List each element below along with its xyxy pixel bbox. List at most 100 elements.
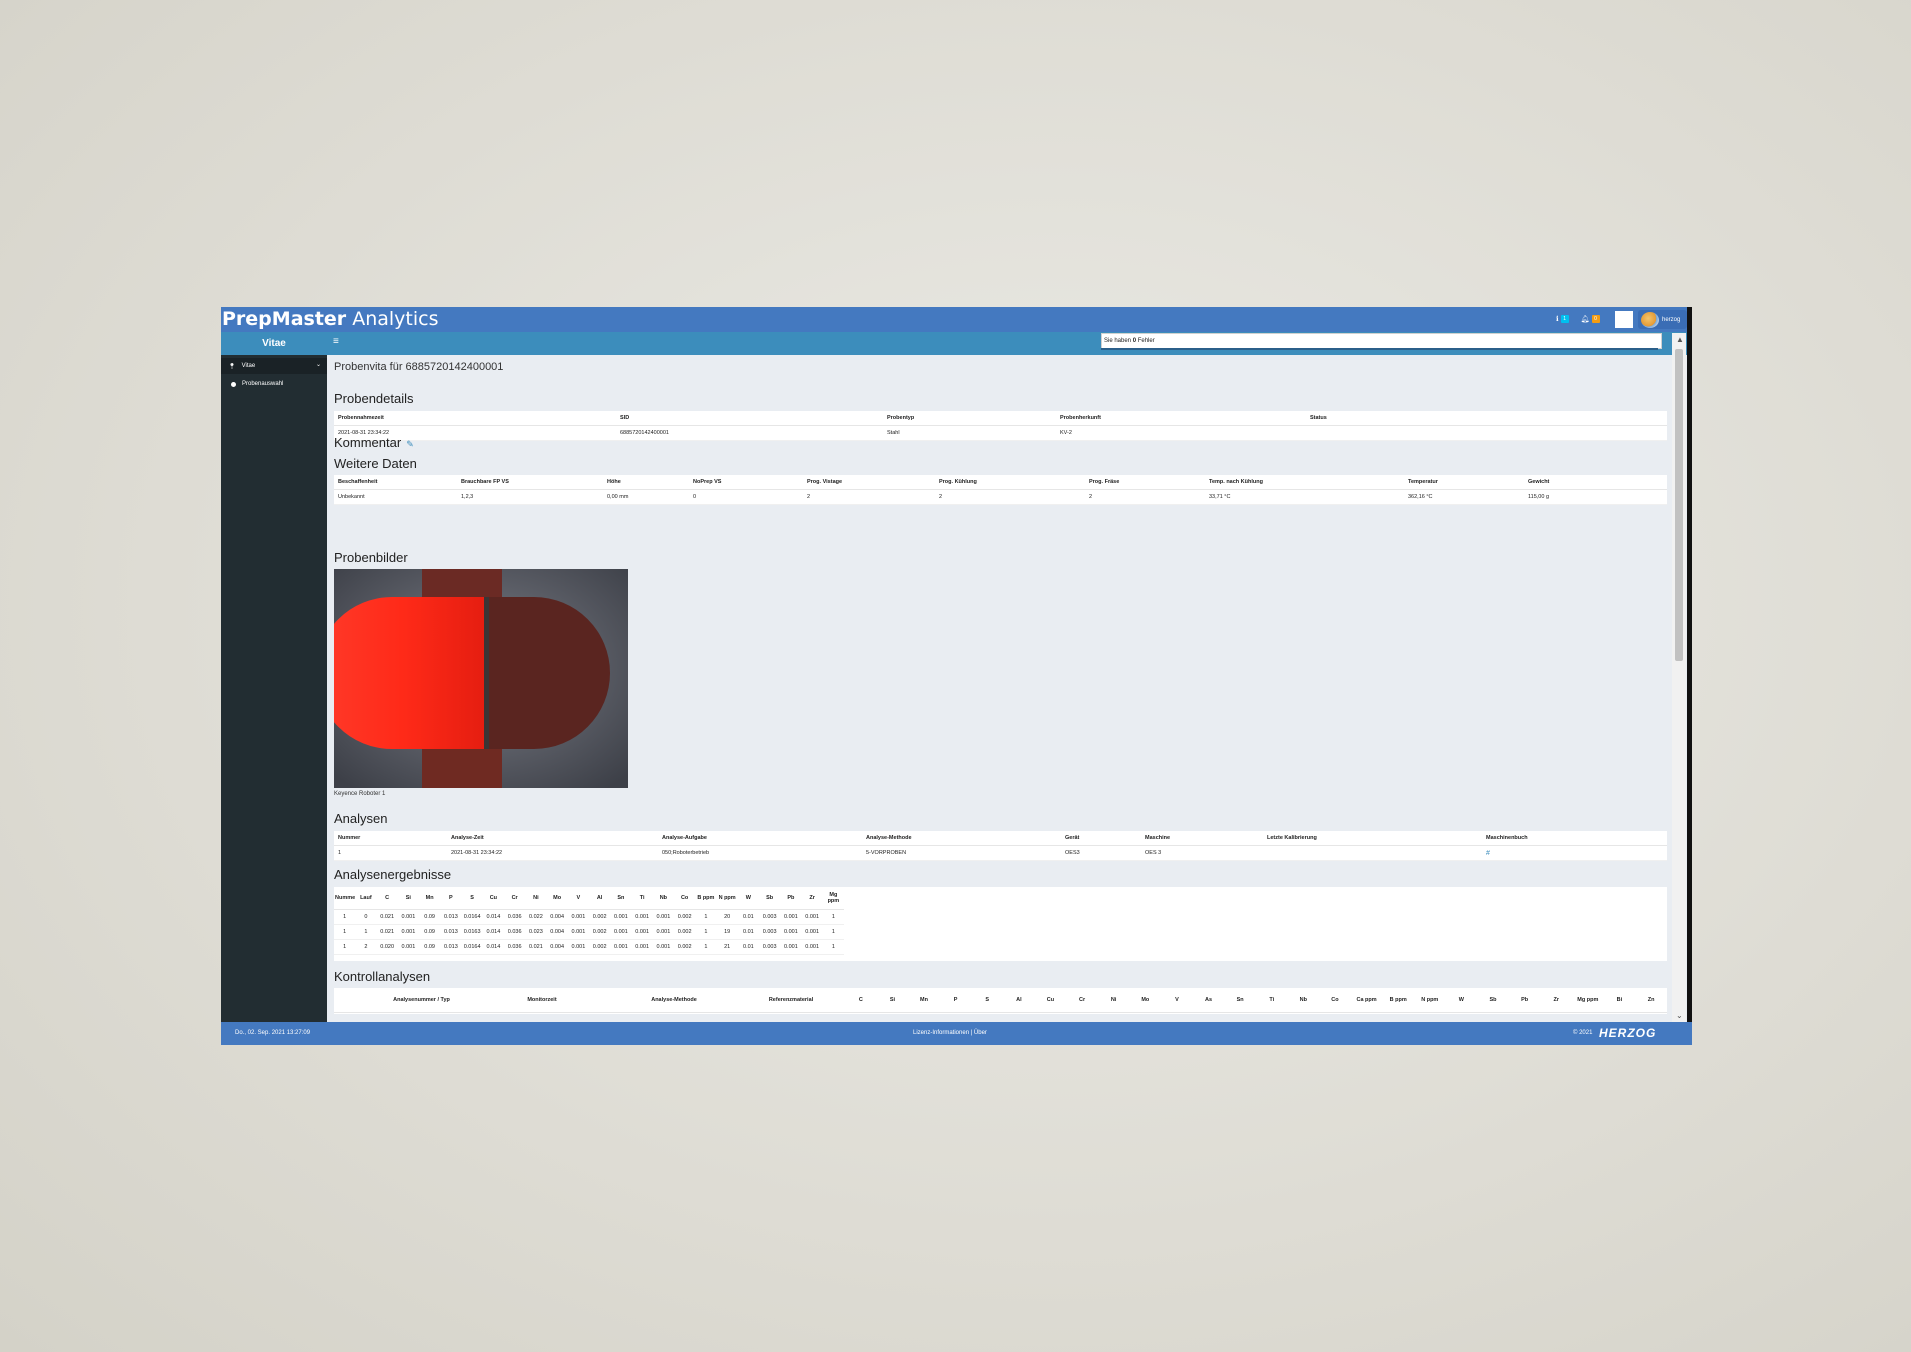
column-header[interactable]: Analysenummer / Typ [334,988,473,1013]
user-menu[interactable]: herzog [1638,310,1687,329]
notifications-tab[interactable] [1614,310,1633,328]
column-header[interactable]: Analyse-Aufgabe [658,831,862,846]
column-header[interactable]: Brauchbare FP VS [457,475,603,490]
column-header[interactable]: NoPrep VS [689,475,803,490]
footer-links[interactable]: Lizenz-Informationen | Über [913,1030,987,1036]
error-notification[interactable]: Sie haben 0 Fehler [1101,333,1662,349]
column-header[interactable]: Cu [1034,988,1067,1013]
column-header[interactable]: Beschaffenheit [334,475,457,490]
column-header[interactable]: B ppm [1382,988,1414,1013]
link-icon[interactable]: # [1486,850,1490,857]
column-header[interactable]: Analyse-Zeit [447,831,658,846]
column-header[interactable]: Zr [801,887,823,910]
column-header[interactable]: Mn [419,887,441,910]
menu-toggle-icon[interactable]: ≡ [333,336,339,347]
column-header[interactable]: Ni [525,887,547,910]
column-header[interactable]: Ni [1097,988,1130,1013]
column-header[interactable]: Gerät [1061,831,1141,846]
column-header[interactable]: Temp. nach Kühlung [1205,475,1404,490]
column-header[interactable]: V [1161,988,1193,1013]
scroll-up-icon[interactable]: ▲ [1676,335,1684,344]
column-header[interactable]: Ti [1255,988,1288,1013]
column-header[interactable]: Co [1319,988,1351,1013]
column-header[interactable]: C [845,988,877,1013]
pencil-icon[interactable]: ✎ [406,439,414,449]
column-header[interactable]: Ca ppm [1350,988,1383,1013]
column-header[interactable]: Nb [1287,988,1320,1013]
column-header[interactable]: B ppm [695,887,717,910]
column-header[interactable]: Analyse-Methode [611,988,737,1013]
column-header[interactable]: Zn [1635,988,1667,1013]
column-header[interactable]: Pb [780,887,802,910]
column-header[interactable]: Analyse-Methode [862,831,1061,846]
column-header[interactable]: Cu [482,887,504,910]
column-header[interactable]: Cr [504,887,526,910]
column-header[interactable]: Probenherkunft [1056,411,1306,426]
column-header[interactable]: Co [674,887,696,910]
column-header[interactable]: Gewicht [1524,475,1667,490]
column-header[interactable]: Mo [1129,988,1162,1013]
column-header[interactable]: Nummer [334,887,356,910]
column-header[interactable]: Ti [631,887,653,910]
column-header[interactable]: N ppm [716,887,738,910]
machine-book-link[interactable]: # [1482,845,1667,861]
column-header[interactable]: Si [397,887,419,910]
column-header[interactable]: Prog. Vistage [803,475,935,490]
probenbilder-heading: Probenbilder [334,550,408,565]
column-header[interactable]: Si [876,988,909,1013]
sidebar-item-vitae[interactable]: 📍︎ Vitae ⌄ [221,358,327,374]
column-header[interactable]: S [461,887,483,910]
column-header[interactable]: Al [589,887,611,910]
column-header[interactable]: P [440,887,462,910]
table-row: 1 0 0.021 0.001 0.09 0.013 0.0164 0.014 0.036 0.0… [334,909,844,925]
column-header[interactable]: Probentyp [883,411,1056,426]
vertical-scrollbar[interactable]: ▲ ⌄ [1672,333,1686,1022]
column-header[interactable]: Sb [759,887,781,910]
scroll-down-icon[interactable]: ⌄ [1676,1011,1683,1020]
column-header[interactable]: S [971,988,1004,1013]
column-header[interactable]: P [939,988,972,1013]
sample-photo[interactable] [334,569,628,788]
column-header[interactable]: Al [1003,988,1035,1013]
column-header[interactable]: Nb [652,887,674,910]
table-cell: 33,71 °C [1205,489,1404,505]
column-header[interactable]: Prog. Kühlung [935,475,1085,490]
column-header[interactable]: Nummer [334,831,447,846]
column-header[interactable]: As [1192,988,1225,1013]
info-indicator[interactable]: ℹ 1 [1556,315,1569,323]
sidebar-item-probenauswahl[interactable]: Probenauswahl [221,376,327,392]
column-header[interactable]: W [737,887,759,910]
column-header[interactable]: Lauf [355,887,377,910]
scrollbar-thumb[interactable] [1675,349,1683,661]
column-header[interactable]: Referenzmaterial [737,988,845,1013]
column-header[interactable]: Mo [546,887,568,910]
table-cell: 0.001 [397,939,419,955]
column-header[interactable]: Monitorzeit [473,988,611,1013]
column-header[interactable]: Sb [1477,988,1509,1013]
column-header[interactable]: Sn [1224,988,1256,1013]
column-header[interactable]: Pb [1508,988,1541,1013]
column-header[interactable]: Letzte Kalibrierung [1263,831,1482,846]
column-header[interactable]: Zr [1540,988,1573,1013]
column-header[interactable]: C [376,887,398,910]
column-header[interactable]: Mg ppm [1572,988,1604,1013]
bell-indicator[interactable]: 🔔︎ 0 [1581,315,1600,323]
column-header[interactable]: Maschinenbuch [1482,831,1667,846]
column-header[interactable]: Bi [1603,988,1636,1013]
column-header[interactable]: Maschine [1141,831,1263,846]
column-header[interactable]: Mg ppm [822,887,844,910]
app-brand[interactable]: PrepMaster Analytics [222,308,439,330]
column-header[interactable]: Höhe [603,475,689,490]
column-header[interactable]: Status [1306,411,1667,426]
column-header[interactable]: Mn [908,988,940,1013]
column-header[interactable]: Cr [1066,988,1098,1013]
column-header[interactable]: Sn [610,887,632,910]
column-header[interactable]: Prog. Fräse [1085,475,1205,490]
column-header[interactable]: W [1445,988,1478,1013]
column-header[interactable]: Temperatur [1404,475,1524,490]
column-header[interactable]: Probennahmezeit [334,411,616,426]
table-row[interactable]: 1 2021-08-31 23:34:22 050;Roboterbetrieb… [334,845,1667,861]
column-header[interactable]: N ppm [1413,988,1446,1013]
column-header[interactable]: SID [616,411,883,426]
column-header[interactable]: V [567,887,589,910]
